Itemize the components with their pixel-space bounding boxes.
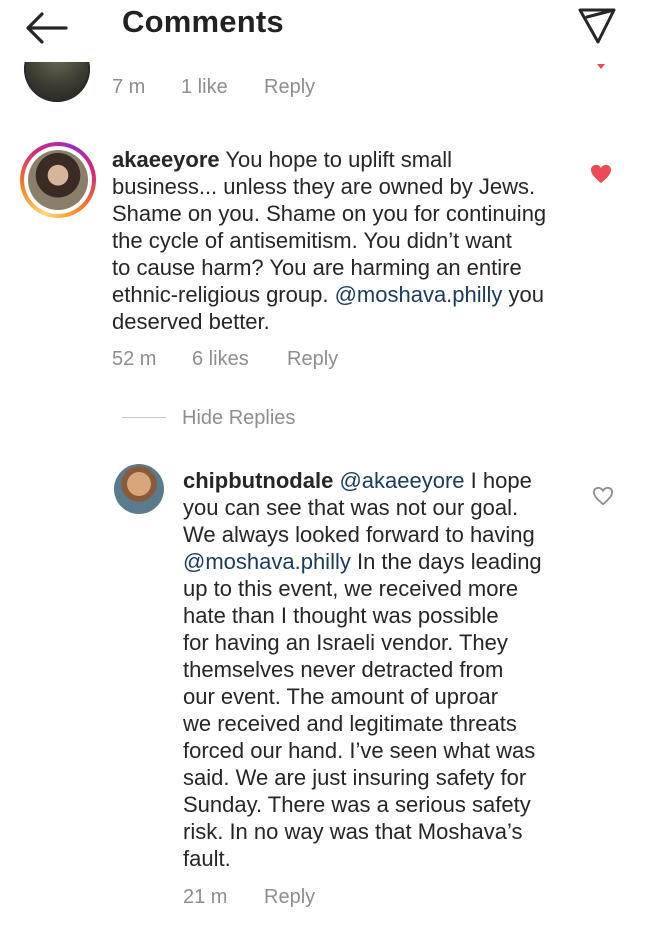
- reply-body: chipbutnodale @akaeeyore I hope you can …: [183, 467, 583, 872]
- reply-username[interactable]: chipbutnodale: [183, 468, 333, 493]
- like-count[interactable]: 6 likes: [192, 348, 249, 371]
- send-icon[interactable]: [576, 4, 618, 46]
- like-count[interactable]: 1 like: [181, 76, 228, 99]
- header-bar: [0, 0, 650, 62]
- reply-button[interactable]: Reply: [264, 76, 315, 99]
- comment-time: 52 m: [112, 348, 157, 370]
- comment-body: akaeeyore You hope to uplift small busin…: [112, 146, 582, 335]
- heart-filled-icon[interactable]: [590, 164, 612, 184]
- reply-button[interactable]: Reply: [287, 348, 338, 371]
- avatar[interactable]: [20, 142, 96, 218]
- comment-time: 7 m: [112, 76, 146, 98]
- comment-time: 21 m: [183, 886, 228, 908]
- comment-username[interactable]: akaeeyore: [112, 147, 220, 172]
- avatar-ring-gap: [24, 146, 92, 214]
- page-title: Comments: [122, 4, 284, 39]
- mention-link[interactable]: @akaeeyore: [339, 468, 464, 493]
- hide-replies-button[interactable]: Hide Replies: [182, 407, 295, 430]
- divider: [122, 417, 166, 418]
- back-arrow-icon[interactable]: [22, 8, 70, 48]
- heart-icon[interactable]: [596, 64, 606, 70]
- heart-icon[interactable]: [592, 486, 614, 506]
- reply-button[interactable]: Reply: [264, 886, 315, 909]
- avatar[interactable]: [114, 464, 164, 514]
- avatar-photo: [28, 150, 88, 210]
- mention-link[interactable]: @moshava.philly: [183, 549, 351, 574]
- mention-link[interactable]: @moshava.philly: [335, 282, 503, 307]
- reply-text: In the days leading up to this event, we…: [183, 549, 542, 871]
